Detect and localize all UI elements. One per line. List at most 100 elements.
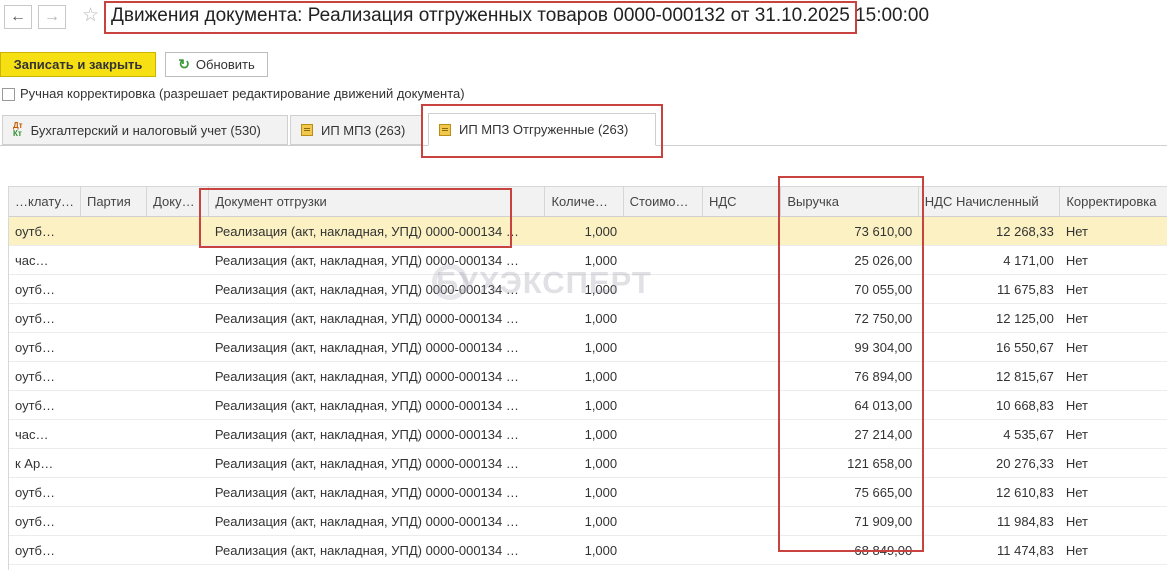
cell-nomenclature[interactable]: к Ар… — [9, 448, 81, 478]
cell-batch[interactable] — [80, 245, 147, 275]
cell-shipment-document[interactable]: Реализация (акт, накладная, УПД) 0000-00… — [208, 332, 545, 362]
cell-vat-accrued[interactable]: 16 550,67 — [918, 332, 1060, 362]
cell-document[interactable] — [146, 216, 209, 246]
cell-revenue[interactable]: 72 750,00 — [780, 303, 919, 333]
cell-quantity[interactable]: 1,000 — [544, 332, 624, 362]
cell-quantity[interactable]: 1,000 — [544, 390, 624, 420]
cell-revenue[interactable]: 73 610,00 — [780, 216, 919, 246]
cell-shipment-document[interactable]: Реализация (акт, накладная, УПД) 0000-00… — [208, 506, 545, 536]
column-header[interactable]: Партия — [80, 186, 148, 217]
cell-vat[interactable] — [702, 390, 781, 420]
cell-shipment-document[interactable]: Реализация (акт, накладная, УПД) 0000-00… — [208, 361, 545, 391]
movements-grid[interactable]: …клату… Партия Доку… Документ отгрузки К… — [8, 186, 1167, 570]
cell-quantity[interactable]: 1,000 — [544, 274, 624, 304]
cell-document[interactable] — [146, 303, 209, 333]
cell-nomenclature[interactable]: оутб… — [9, 477, 81, 507]
column-header[interactable]: Количе… — [544, 186, 624, 217]
tab-accounting[interactable]: Дт Кт Бухгалтерский и налоговый учет (530… — [2, 115, 288, 145]
cell-nomenclature[interactable]: оутб… — [9, 390, 81, 420]
cell-vat-accrued[interactable]: 11 675,83 — [918, 274, 1060, 304]
cell-adjustment[interactable]: Нет — [1059, 448, 1167, 478]
table-row[interactable]: к Ар… Реализация (акт, накладная, УПД) 00… — [9, 448, 1167, 478]
cell-quantity[interactable]: 1,000 — [544, 419, 624, 449]
cell-revenue[interactable]: 64 013,00 — [780, 390, 919, 420]
table-row[interactable]: оутб… Реализация (акт, накладная, УПД) 00… — [9, 303, 1167, 333]
cell-nomenclature[interactable]: оутб… — [9, 361, 81, 391]
cell-vat-accrued[interactable]: 12 125,00 — [918, 303, 1060, 333]
cell-adjustment[interactable]: Нет — [1059, 332, 1167, 362]
table-row[interactable]: оутб… Реализация (акт, накладная, УПД) 00… — [9, 535, 1167, 565]
cell-document[interactable] — [146, 361, 209, 391]
table-row[interactable]: оутб… Реализация (акт, накладная, УПД) 00… — [9, 477, 1167, 507]
cell-vat-accrued[interactable]: 4 535,67 — [918, 419, 1060, 449]
cell-vat[interactable] — [702, 477, 781, 507]
cell-adjustment[interactable]: Нет — [1059, 245, 1167, 275]
cell-document[interactable] — [146, 419, 209, 449]
cell-adjustment[interactable]: Нет — [1059, 361, 1167, 391]
cell-nomenclature[interactable]: оутб… — [9, 506, 81, 536]
table-row[interactable]: оутб… Реализация (акт, накладная, УПД) 00… — [9, 506, 1167, 536]
cell-document[interactable] — [146, 477, 209, 507]
cell-document[interactable] — [146, 535, 209, 565]
cell-vat[interactable] — [702, 274, 781, 304]
cell-adjustment[interactable]: Нет — [1059, 303, 1167, 333]
cell-cost[interactable] — [623, 448, 703, 478]
cell-revenue[interactable]: 68 849,00 — [780, 535, 919, 565]
cell-adjustment[interactable]: Нет — [1059, 216, 1167, 246]
cell-adjustment[interactable]: Нет — [1059, 477, 1167, 507]
cell-vat-accrued[interactable]: 11 984,83 — [918, 506, 1060, 536]
column-header[interactable]: НДС — [702, 186, 782, 217]
cell-shipment-document[interactable]: Реализация (акт, накладная, УПД) 0000-00… — [208, 216, 545, 246]
cell-document[interactable] — [146, 274, 209, 304]
cell-nomenclature[interactable]: оутб… — [9, 303, 81, 333]
table-row[interactable]: час… Реализация (акт, накладная, УПД) 000… — [9, 419, 1167, 449]
cell-cost[interactable] — [623, 303, 703, 333]
column-header[interactable]: Доку… — [146, 186, 210, 217]
table-row[interactable]: час… Реализация (акт, накладная, УПД) 000… — [9, 245, 1167, 275]
cell-vat-accrued[interactable]: 4 171,00 — [918, 245, 1060, 275]
cell-batch[interactable] — [80, 303, 147, 333]
cell-shipment-document[interactable]: Реализация (акт, накладная, УПД) 0000-00… — [208, 448, 545, 478]
cell-shipment-document[interactable]: Реализация (акт, накладная, УПД) 0000-00… — [208, 419, 545, 449]
cell-revenue[interactable]: 121 658,00 — [780, 448, 919, 478]
cell-document[interactable] — [146, 448, 209, 478]
table-row[interactable]: оутб… Реализация (акт, накладная, УПД) 00… — [9, 274, 1167, 304]
cell-batch[interactable] — [80, 216, 147, 246]
cell-quantity[interactable]: 1,000 — [544, 477, 624, 507]
cell-quantity[interactable]: 1,000 — [544, 361, 624, 391]
cell-vat-accrued[interactable]: 10 668,83 — [918, 390, 1060, 420]
cell-vat[interactable] — [702, 361, 781, 391]
cell-quantity[interactable]: 1,000 — [544, 245, 624, 275]
cell-vat[interactable] — [702, 303, 781, 333]
cell-quantity[interactable]: 1,000 — [544, 535, 624, 565]
cell-shipment-document[interactable]: Реализация (акт, накладная, УПД) 0000-00… — [208, 390, 545, 420]
cell-cost[interactable] — [623, 245, 703, 275]
cell-batch[interactable] — [80, 448, 147, 478]
cell-adjustment[interactable]: Нет — [1059, 390, 1167, 420]
cell-nomenclature[interactable]: оутб… — [9, 216, 81, 246]
cell-batch[interactable] — [80, 535, 147, 565]
cell-vat[interactable] — [702, 535, 781, 565]
cell-batch[interactable] — [80, 506, 147, 536]
tab-ip-mpz-shipped[interactable]: ИП МПЗ Отгруженные (263) — [428, 113, 656, 146]
cell-revenue[interactable]: 27 214,00 — [780, 419, 919, 449]
refresh-button[interactable]: ↻ Обновить — [165, 52, 268, 77]
column-header[interactable]: НДС Начисленный — [918, 186, 1061, 217]
column-header[interactable]: …клату… — [9, 186, 81, 217]
cell-revenue[interactable]: 75 665,00 — [780, 477, 919, 507]
cell-cost[interactable] — [623, 332, 703, 362]
cell-revenue[interactable]: 70 055,00 — [780, 274, 919, 304]
cell-vat[interactable] — [702, 245, 781, 275]
cell-revenue[interactable]: 25 026,00 — [780, 245, 919, 275]
cell-nomenclature[interactable]: час… — [9, 419, 81, 449]
column-header[interactable]: Стоимо… — [623, 186, 703, 217]
cell-revenue[interactable]: 71 909,00 — [780, 506, 919, 536]
cell-nomenclature[interactable]: оутб… — [9, 274, 81, 304]
cell-document[interactable] — [146, 245, 209, 275]
cell-nomenclature[interactable]: оутб… — [9, 535, 81, 565]
cell-quantity[interactable]: 1,000 — [544, 216, 624, 246]
cell-vat-accrued[interactable]: 12 268,33 — [918, 216, 1060, 246]
cell-adjustment[interactable]: Нет — [1059, 274, 1167, 304]
table-row[interactable]: оутб… Реализация (акт, накладная, УПД) 00… — [9, 390, 1167, 420]
cell-vat-accrued[interactable]: 12 610,83 — [918, 477, 1060, 507]
